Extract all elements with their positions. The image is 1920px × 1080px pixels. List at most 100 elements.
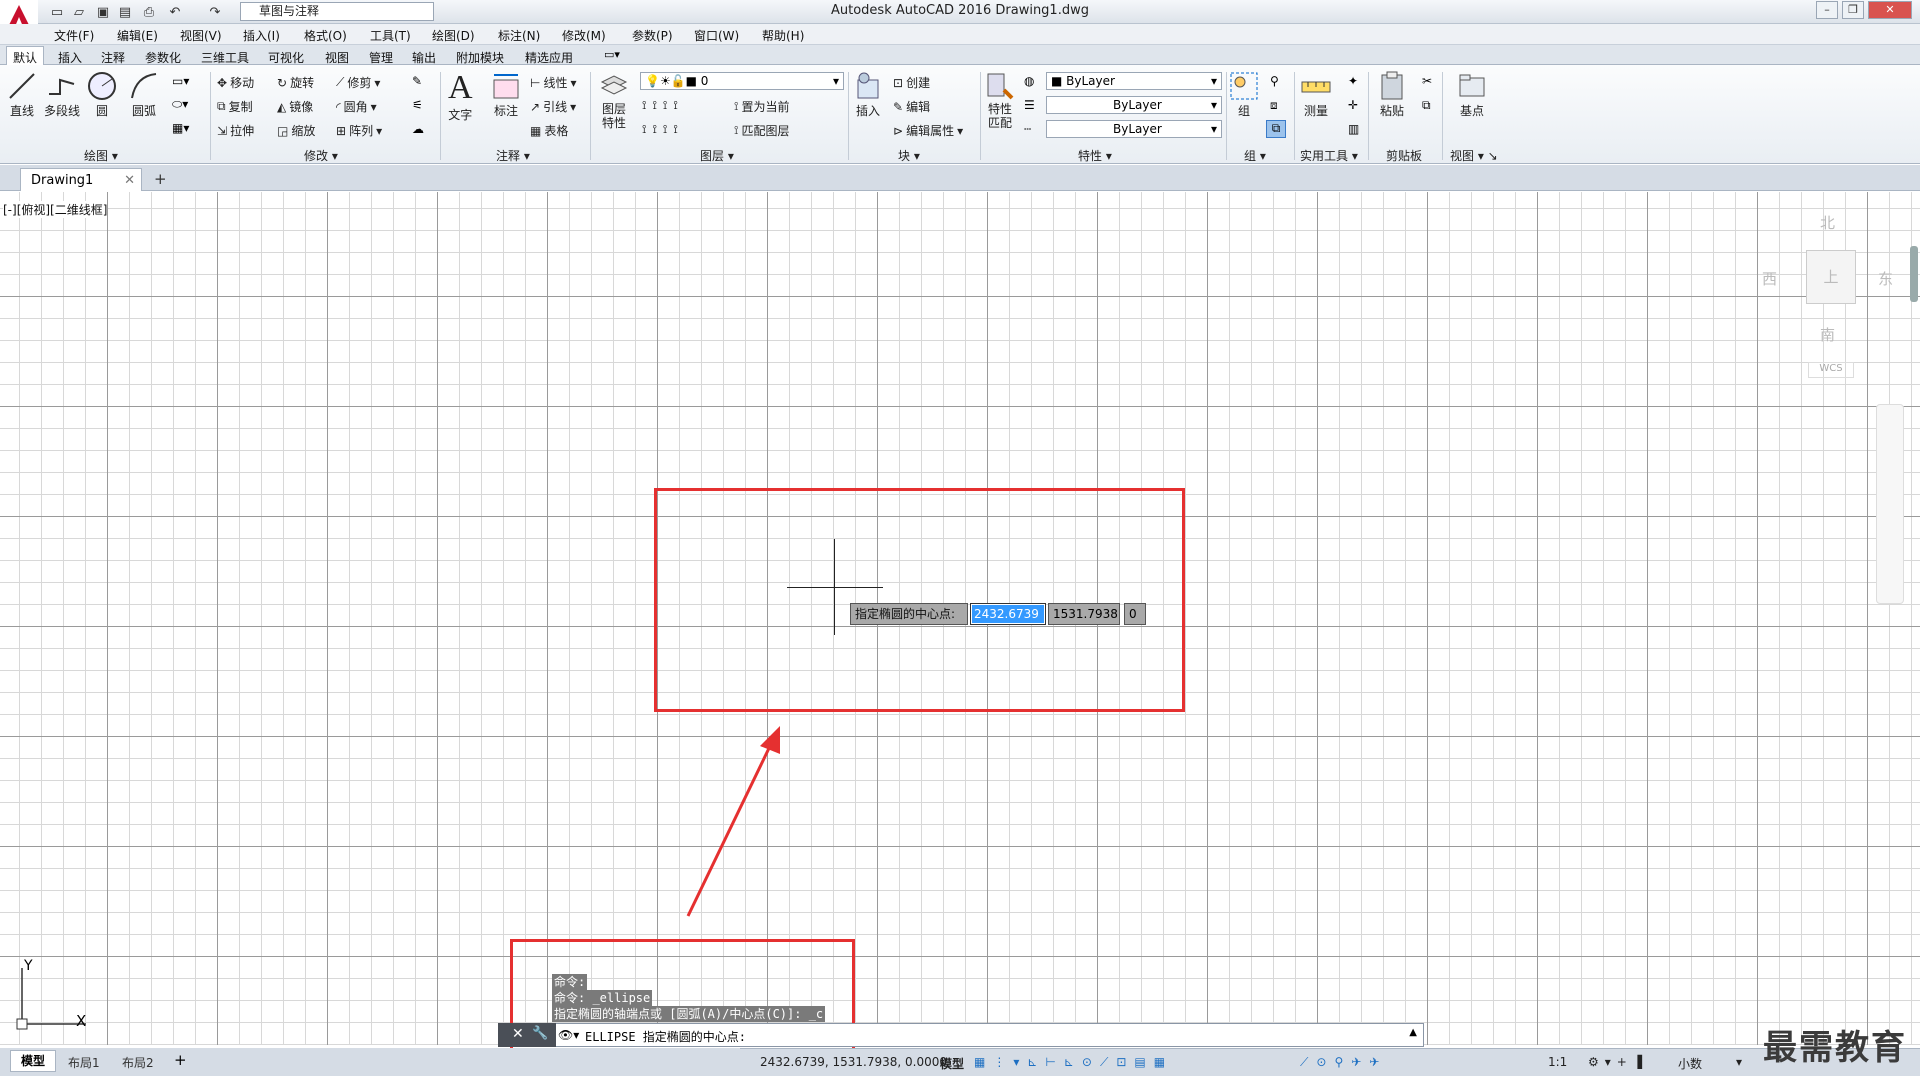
tab-manage[interactable]: 管理 (369, 49, 393, 66)
linetype-icon[interactable]: ┄ (1024, 122, 1031, 136)
base-view-button[interactable]: 基点 (1456, 70, 1488, 119)
color-select[interactable]: ■ ByLayer ▾ (1046, 72, 1222, 90)
edit-block-button[interactable]: ✎ 编辑 (893, 98, 930, 115)
menu-parametric[interactable]: 参数(P) (632, 27, 673, 44)
menu-insert[interactable]: 插入(I) (243, 27, 280, 44)
linear-dim-button[interactable]: ⊢ 线性 ▾ (530, 74, 577, 91)
table-button[interactable]: ▦ 表格 (530, 122, 568, 139)
tab-model[interactable]: 模型 (10, 1050, 56, 1072)
modify-panel-title[interactable]: 修改 ▾ (304, 147, 338, 164)
dynamic-input-y[interactable]: 1531.7938 (1048, 603, 1120, 625)
ungroup-icon[interactable]: ⚲ (1270, 74, 1279, 88)
tab-addins[interactable]: 附加模块 (456, 49, 504, 66)
cut-icon[interactable]: ✂ (1422, 74, 1432, 88)
draw-panel-title[interactable]: 绘图 ▾ (84, 147, 118, 164)
layer-tools-icon[interactable]: ⟟⟟⟟⟟ (642, 98, 684, 113)
layers-panel-title[interactable]: 图层 ▾ (700, 147, 734, 164)
menu-file[interactable]: 文件(F) (54, 27, 94, 44)
paste-button[interactable]: 粘贴 (1376, 70, 1408, 119)
tab-visualize[interactable]: 可视化 (268, 49, 304, 66)
coordinate-readout[interactable]: 2432.6739, 1531.7938, 0.0000 (760, 1055, 947, 1069)
viewcube-north[interactable]: 北 (1820, 212, 1835, 233)
tab-insert[interactable]: 插入 (58, 49, 82, 66)
annotation-panel-title[interactable]: 注释 ▾ (496, 147, 530, 164)
group-select-icon[interactable]: ⧉ (1266, 120, 1286, 138)
scale-button[interactable]: ◲ 缩放 (277, 122, 315, 139)
menu-view[interactable]: 视图(V) (180, 27, 222, 44)
group-edit-icon[interactable]: ⧈ (1270, 98, 1278, 113)
groups-panel-title[interactable]: 组 ▾ (1244, 147, 1266, 164)
restore-icon[interactable]: ❐ (1842, 1, 1864, 19)
menu-format[interactable]: 格式(O) (304, 27, 347, 44)
workspace-gear-icon[interactable]: ⚙▾+▐ (1588, 1055, 1648, 1069)
minimize-icon[interactable]: – (1816, 1, 1838, 19)
model-space-toggle[interactable]: 模型 (940, 1055, 964, 1072)
circle-button[interactable]: 圆 (86, 70, 118, 119)
menu-dimension[interactable]: 标注(N) (498, 27, 540, 44)
viewcube-east[interactable]: 东 (1878, 268, 1893, 289)
leader-button[interactable]: ↗ 引线 ▾ (530, 98, 576, 115)
status-toggles-icon[interactable]: ▦⋮▾⊾⊢⊾⊙⟋⊡▤▦ (974, 1055, 1173, 1070)
point-icon[interactable]: ✛ (1348, 98, 1358, 112)
utilities-panel-title[interactable]: 实用工具 ▾ (1300, 147, 1358, 164)
command-line-grip[interactable]: ✕ 🔧 (498, 1023, 556, 1047)
arc-button[interactable]: 圆弧 (128, 70, 160, 119)
copy-clip-icon[interactable]: ⧉ (1422, 98, 1431, 113)
fillet-button[interactable]: ◜ 圆角 ▾ (336, 98, 377, 115)
text-button[interactable]: A 文字 (448, 70, 473, 123)
set-current-button[interactable]: ⟟ 置为当前 (734, 98, 789, 115)
close-command-icon[interactable]: ✕ (512, 1026, 524, 1042)
canvas-scrollbar[interactable] (1910, 246, 1918, 302)
annotation-scale[interactable]: 1:1 (1548, 1055, 1567, 1069)
add-layout-icon[interactable]: + (174, 1051, 187, 1069)
command-line[interactable]: ELLIPSE 指定椭圆的中心点: ▲ (498, 1023, 1424, 1047)
layer-select[interactable]: 💡☀🔓■ 0 ▾ (640, 72, 844, 90)
properties-panel-title[interactable]: 特性 ▾ (1078, 147, 1112, 164)
rectangle-icon[interactable]: ▭▾ (172, 74, 189, 88)
array-button[interactable]: ⊞ 阵列 ▾ (336, 122, 382, 139)
viewport-controls[interactable]: [-][俯视][二维线框] (3, 201, 108, 218)
lineweight-select[interactable]: ByLayer ▾ (1046, 120, 1222, 138)
status-tools-icon[interactable]: ⟋⊙⚲✈✈ (1300, 1055, 1387, 1070)
navigation-bar[interactable] (1876, 404, 1904, 604)
tab-layout1[interactable]: 布局1 (68, 1054, 100, 1071)
tab-parametric[interactable]: 参数化 (145, 49, 181, 66)
new-tab-icon[interactable]: + (154, 170, 167, 188)
rotate-button[interactable]: ↻ 旋转 (277, 74, 314, 91)
explode-icon[interactable]: ⚟ (412, 98, 423, 112)
layer-properties-button[interactable]: 图层特性 (598, 70, 630, 130)
menu-tools[interactable]: 工具(T) (370, 27, 411, 44)
tab-annotate[interactable]: 注释 (101, 49, 125, 66)
tab-home[interactable]: 默认 (6, 46, 45, 66)
hatch-icon[interactable]: ▦▾ (172, 121, 189, 135)
insert-block-button[interactable]: 插入 (852, 70, 884, 119)
close-tab-icon[interactable]: ✕ (124, 173, 135, 188)
dynamic-input-x[interactable]: 2432.6739 (970, 603, 1046, 625)
clipboard-panel-title[interactable]: 剪贴板 (1386, 147, 1422, 164)
layer-tools-icon[interactable]: ⟟⟟⟟⟟ (642, 122, 684, 137)
match-properties-button[interactable]: 特性匹配 (984, 70, 1016, 130)
dimension-button[interactable]: 标注 (490, 70, 522, 119)
document-tab[interactable]: Drawing1 ✕ (20, 168, 142, 191)
offset-icon[interactable]: ☁ (412, 122, 424, 136)
units-dropdown-icon[interactable]: ▾ (1736, 1055, 1742, 1069)
edit-attributes-button[interactable]: ⊳ 编辑属性 ▾ (893, 122, 963, 139)
recent-commands-icon[interactable]: 👁▾ (558, 1028, 579, 1042)
ellipse-icon[interactable]: ⬭▾ (172, 97, 188, 112)
viewcube-west[interactable]: 西 (1762, 268, 1777, 289)
polyline-button[interactable]: 多段线 (44, 70, 80, 119)
linetype-select[interactable]: ByLayer ▾ (1046, 96, 1222, 114)
wcs-menu[interactable]: WCS (1808, 362, 1854, 378)
measure-button[interactable]: 测量 (1300, 70, 1332, 119)
tab-view[interactable]: 视图 (325, 49, 349, 66)
tab-featured-apps[interactable]: 精选应用 (525, 49, 573, 66)
viewcube-top[interactable]: 上 (1806, 250, 1856, 304)
tab-output[interactable]: 输出 (412, 49, 436, 66)
menu-help[interactable]: 帮助(H) (762, 27, 804, 44)
color-wheel-icon[interactable]: ◍ (1024, 74, 1034, 88)
command-history-toggle-icon[interactable]: ▲ (1409, 1027, 1417, 1038)
tab-3d-tools[interactable]: 三维工具 (201, 49, 249, 66)
block-panel-title[interactable]: 块 ▾ (898, 147, 920, 164)
menu-window[interactable]: 窗口(W) (694, 27, 739, 44)
trim-button[interactable]: ⟋ 修剪 ▾ (336, 74, 380, 91)
